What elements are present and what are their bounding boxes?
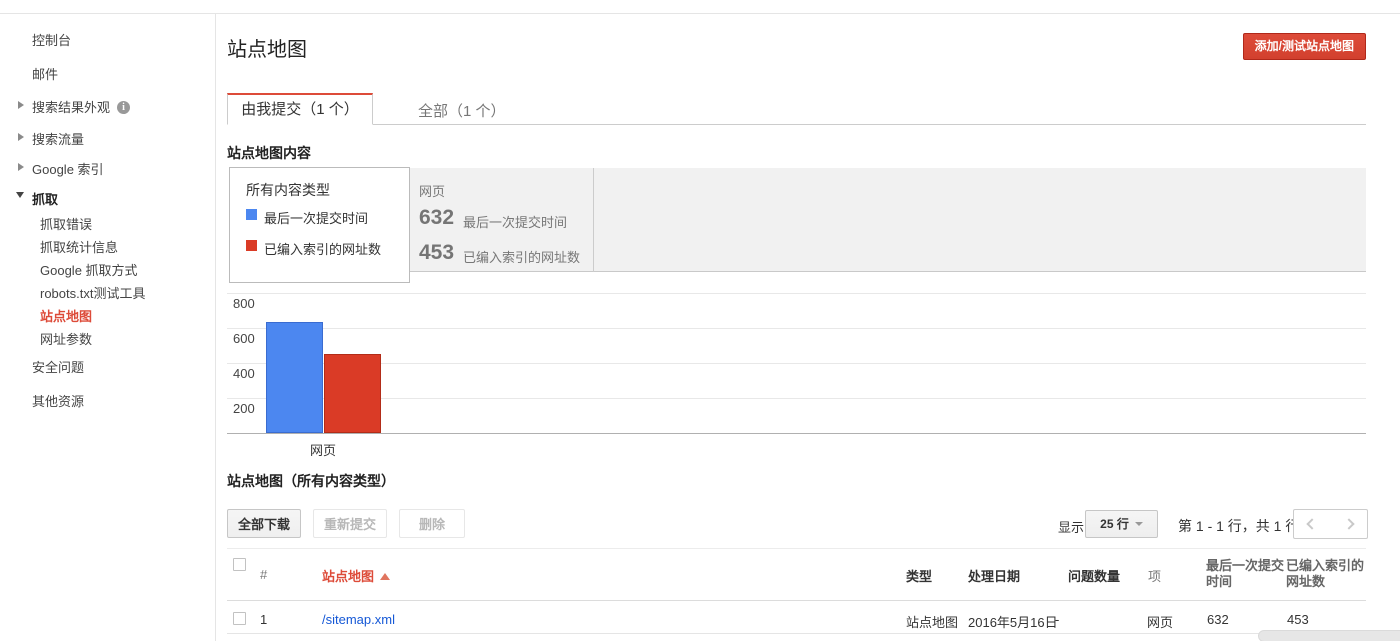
delete-button: 删除 — [399, 509, 465, 538]
sidebar-item-fetch-as-google[interactable]: Google 抓取方式 — [40, 260, 138, 279]
ytick-200: 200 — [233, 401, 255, 416]
col-header-items: 项 — [1148, 566, 1161, 585]
gridline-200 — [227, 398, 1366, 399]
ytick-400: 400 — [233, 366, 255, 381]
cell-date: 2016年5月16日 — [968, 612, 1058, 631]
sidebar-item-crawl-stats[interactable]: 抓取统计信息 — [40, 237, 118, 256]
page-title: 站点地图 — [227, 33, 307, 62]
page-size-value: 25 行 — [1100, 517, 1129, 531]
section-title-sitemaps-table: 站点地图（所有内容类型） — [227, 471, 395, 491]
cell-indexed: 453 — [1287, 612, 1309, 627]
cell-sitemap-link[interactable]: /sitemap.xml — [322, 612, 395, 627]
sidebar-item-search-traffic[interactable]: 搜索流量 — [32, 129, 84, 148]
tab-bar-divider — [227, 124, 1366, 125]
chevron-right-icon — [18, 133, 24, 141]
sitemaps-page: 控制台 邮件 搜索结果外观 搜索流量 Google 索引 抓取 抓取错误 抓取统… — [0, 0, 1400, 641]
cell-issues: - — [1055, 612, 1059, 627]
resubmit-button: 重新提交 — [313, 509, 387, 538]
chevron-right-icon — [1343, 518, 1354, 529]
sort-ascending-icon — [380, 573, 390, 580]
legend-swatch-indexed — [246, 240, 257, 251]
chart-x-label: 网页 — [293, 440, 353, 459]
ytick-800: 800 — [233, 296, 255, 311]
sidebar-item-dashboard[interactable]: 控制台 — [32, 30, 71, 49]
stat-submitted-label: 最后一次提交时间 — [463, 212, 567, 231]
table-row-divider — [227, 633, 1366, 634]
gridline-600 — [227, 328, 1366, 329]
bar-submitted — [266, 322, 323, 433]
content-type-box: 所有内容类型 最后一次提交时间 已编入索引的网址数 — [229, 167, 410, 283]
col-header-last-submit-line2: 时间 — [1206, 574, 1284, 590]
content-type-title: 所有内容类型 — [246, 180, 330, 200]
table-top-divider — [227, 548, 1366, 549]
show-label: 显示 — [1058, 517, 1084, 536]
legend-label-indexed: 已编入索引的网址数 — [264, 239, 381, 258]
chevron-left-icon — [1306, 518, 1317, 529]
col-header-type: 类型 — [906, 566, 932, 585]
sidebar-item-label: 搜索结果外观 — [32, 100, 110, 115]
cell-items: 网页 — [1147, 612, 1173, 631]
stat-indexed-value: 453 — [419, 241, 454, 265]
table-header-divider — [227, 600, 1366, 601]
info-icon[interactable] — [117, 101, 130, 114]
sidebar-item-security-issues[interactable]: 安全问题 — [32, 357, 84, 376]
stats-panel-divider — [593, 168, 594, 272]
chart-baseline — [227, 433, 1366, 434]
tab-all[interactable]: 全部（1 个） — [418, 100, 506, 121]
sidebar-item-crawl-errors[interactable]: 抓取错误 — [40, 214, 92, 233]
section-title-sitemap-content: 站点地图内容 — [227, 143, 311, 163]
col-header-last-submit-line1: 最后一次提交 — [1206, 558, 1284, 574]
select-all-checkbox[interactable] — [233, 558, 246, 571]
sidebar-divider — [215, 14, 216, 641]
gridline-400 — [227, 363, 1366, 364]
col-header-sitemap[interactable]: 站点地图 — [322, 566, 390, 585]
pagination-range: 第 1 - 1 行，共 1 行 — [1178, 516, 1299, 536]
horizontal-scrollbar-thumb[interactable] — [1258, 630, 1400, 641]
col-header-indexed-line2: 网址数 — [1286, 574, 1364, 590]
col-header-issues: 问题数量 — [1068, 566, 1120, 585]
sidebar-item-sitemaps[interactable]: 站点地图 — [40, 306, 92, 325]
legend-label-submitted: 最后一次提交时间 — [264, 208, 368, 227]
stat-submitted-value: 632 — [419, 206, 454, 230]
add-test-sitemap-button[interactable]: 添加/测试站点地图 — [1243, 33, 1366, 60]
col-header-last-submit: 最后一次提交时间 — [1206, 558, 1284, 590]
col-header-indexed-line1: 已编入索引的 — [1286, 558, 1364, 574]
sidebar-item-robots-tester[interactable]: robots.txt测试工具 — [40, 283, 145, 302]
sidebar-item-messages[interactable]: 邮件 — [32, 64, 58, 83]
sidebar-item-google-index[interactable]: Google 索引 — [32, 159, 104, 178]
stat-card-title: 网页 — [419, 181, 445, 200]
download-all-button[interactable]: 全部下载 — [227, 509, 301, 538]
col-header-sitemap-label: 站点地图 — [322, 569, 374, 584]
col-header-date: 处理日期 — [968, 566, 1020, 585]
chevron-right-icon — [18, 163, 24, 171]
chevron-right-icon — [18, 101, 24, 109]
col-header-indexed: 已编入索引的网址数 — [1286, 558, 1364, 590]
cell-last-submit: 632 — [1207, 612, 1229, 627]
col-header-num: # — [260, 567, 267, 582]
stat-indexed-label: 已编入索引的网址数 — [463, 247, 580, 266]
sidebar-item-search-appearance[interactable]: 搜索结果外观 — [32, 97, 130, 116]
sidebar-item-url-parameters[interactable]: 网址参数 — [40, 329, 92, 348]
cell-type: 站点地图 — [906, 612, 958, 631]
prev-page-button — [1293, 509, 1331, 539]
bar-indexed — [324, 354, 381, 433]
ytick-600: 600 — [233, 331, 255, 346]
chevron-down-icon — [16, 192, 24, 198]
sidebar-item-crawl[interactable]: 抓取 — [32, 189, 58, 208]
row-checkbox[interactable] — [233, 612, 246, 625]
page-size-dropdown[interactable]: 25 行 — [1085, 510, 1158, 538]
sidebar-item-other-resources[interactable]: 其他资源 — [32, 391, 84, 410]
dropdown-arrow-icon — [1135, 522, 1143, 526]
legend-swatch-submitted — [246, 209, 257, 220]
tab-submitted[interactable]: 由我提交（1 个） — [227, 93, 373, 125]
gridline-800 — [227, 293, 1366, 294]
next-page-button — [1330, 509, 1368, 539]
cell-num: 1 — [260, 612, 267, 627]
top-divider — [0, 13, 1400, 14]
